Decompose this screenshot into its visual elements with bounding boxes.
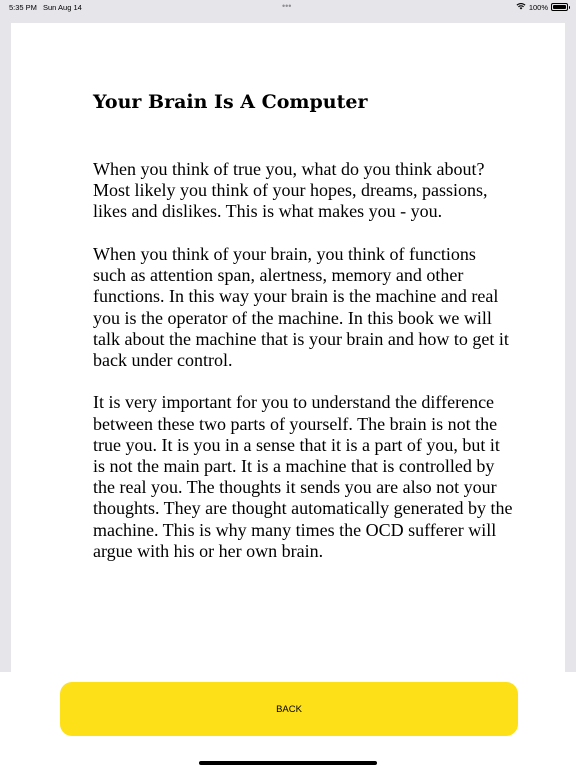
paragraph-2: When you think of your brain, you think …	[93, 243, 509, 370]
bottom-bar: BACK	[0, 672, 576, 768]
multitask-dots-icon[interactable]: •••	[282, 1, 291, 11]
home-indicator[interactable]	[199, 761, 377, 765]
paragraph-1: When you think of true you, what do you …	[93, 159, 488, 222]
back-button[interactable]: BACK	[60, 682, 518, 736]
body-text: When you think of true you, what do you …	[93, 159, 513, 583]
battery-percent: 100%	[528, 2, 548, 12]
status-time: 5:35 PM	[9, 3, 37, 12]
status-right-group: 100%	[516, 2, 570, 12]
page-title: Your Brain Is A Computer	[93, 91, 368, 113]
battery-icon	[551, 3, 570, 11]
paragraph-3: It is very important for you to understa…	[93, 392, 513, 561]
battery-fill	[553, 5, 566, 9]
status-date: Sun Aug 14	[43, 3, 82, 12]
status-bar: 5:35 PM Sun Aug 14 ••• 100%	[0, 0, 576, 14]
wifi-icon	[516, 2, 526, 12]
content-sheet: Your Brain Is A Computer When you think …	[11, 23, 565, 723]
